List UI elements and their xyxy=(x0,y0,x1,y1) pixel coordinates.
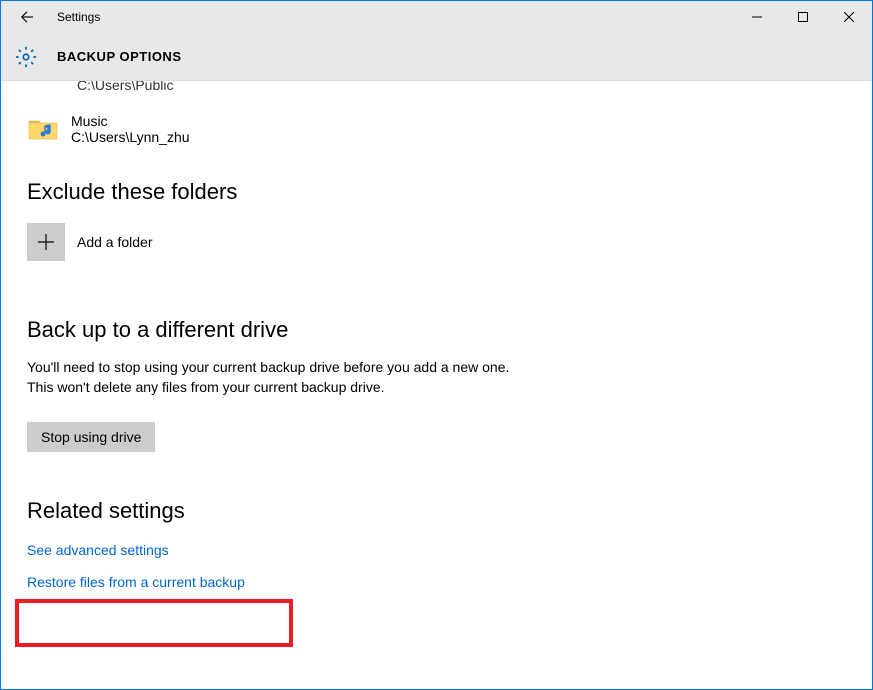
back-arrow-icon xyxy=(18,8,36,26)
plus-icon xyxy=(37,233,55,251)
close-button[interactable] xyxy=(826,1,872,33)
page-header: BACKUP OPTIONS xyxy=(1,33,872,81)
restore-files-link[interactable]: Restore files from a current backup xyxy=(27,574,846,590)
window-title: Settings xyxy=(57,10,100,24)
add-folder-button[interactable]: Add a folder xyxy=(27,223,846,261)
add-folder-label: Add a folder xyxy=(77,234,153,250)
folder-path: C:\Users\Lynn_zhu xyxy=(71,129,190,145)
different-drive-heading: Back up to a different drive xyxy=(27,317,846,343)
music-folder-icon xyxy=(27,113,59,145)
gear-icon xyxy=(15,46,37,68)
maximize-icon xyxy=(798,12,808,22)
folder-label: Music xyxy=(71,113,190,129)
minimize-icon xyxy=(752,12,762,22)
see-advanced-settings-link[interactable]: See advanced settings xyxy=(27,542,846,558)
partial-folder-path: C:\Users\Public xyxy=(27,81,846,93)
close-icon xyxy=(844,12,854,22)
window-controls xyxy=(734,1,872,33)
page-title: BACKUP OPTIONS xyxy=(57,49,182,64)
folder-item-music[interactable]: Music C:\Users\Lynn_zhu xyxy=(27,113,846,145)
content-area: C:\Users\Public Music C:\Users\Lynn_zhu … xyxy=(1,81,872,689)
back-button[interactable] xyxy=(11,1,43,33)
stop-using-drive-button[interactable]: Stop using drive xyxy=(27,422,155,452)
related-settings-heading: Related settings xyxy=(27,498,846,524)
exclude-folders-heading: Exclude these folders xyxy=(27,179,846,205)
folder-info: Music C:\Users\Lynn_zhu xyxy=(71,113,190,145)
different-drive-description: You'll need to stop using your current b… xyxy=(27,357,517,398)
titlebar: Settings xyxy=(1,1,872,33)
minimize-button[interactable] xyxy=(734,1,780,33)
plus-button xyxy=(27,223,65,261)
maximize-button[interactable] xyxy=(780,1,826,33)
